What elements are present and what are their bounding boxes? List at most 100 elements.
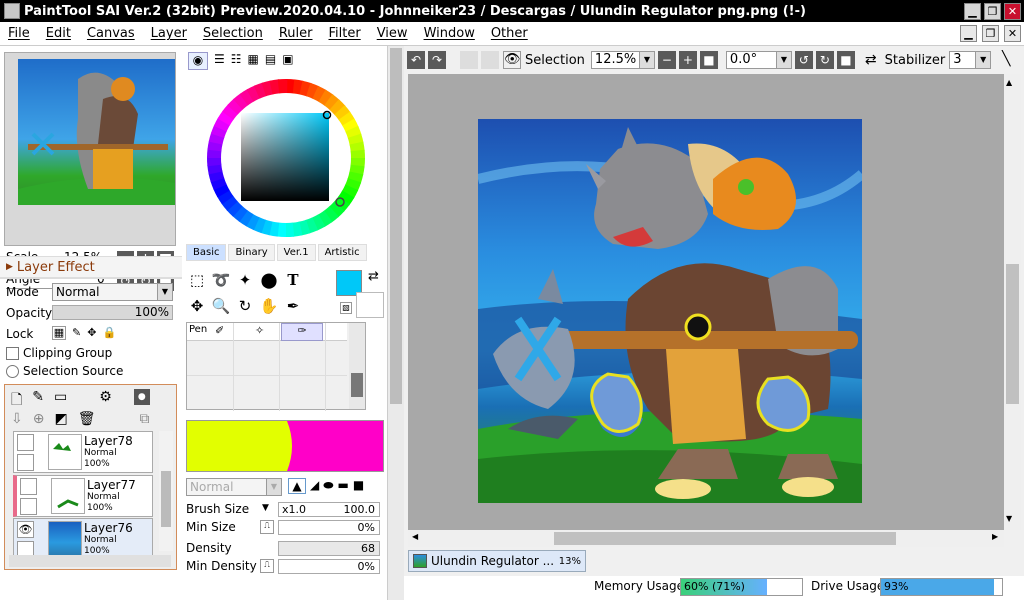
- hue-segment[interactable]: [210, 176, 227, 191]
- menu-other[interactable]: Other: [483, 26, 536, 41]
- hue-segment[interactable]: [299, 80, 312, 97]
- min-size-field[interactable]: 0%: [278, 520, 380, 535]
- hue-segment[interactable]: [311, 214, 326, 231]
- hue-segment[interactable]: [349, 141, 365, 153]
- menu-view[interactable]: View: [369, 26, 416, 41]
- layer-select-checkbox[interactable]: [20, 498, 37, 515]
- transfer-down-icon[interactable]: ⇩: [11, 411, 23, 427]
- hsv-sliders-icon[interactable]: ☷: [231, 52, 242, 70]
- layer-select-checkbox[interactable]: [17, 454, 34, 471]
- hue-segment[interactable]: [345, 125, 362, 140]
- hue-segment[interactable]: [253, 82, 268, 99]
- new-linework-layer-icon[interactable]: ✎: [32, 389, 44, 413]
- hue-segment[interactable]: [207, 163, 223, 175]
- merge-down-icon[interactable]: ⊕: [33, 411, 45, 427]
- secondary-color-swatch[interactable]: [356, 292, 384, 318]
- brush-shape-round-icon[interactable]: ◢: [310, 478, 319, 494]
- density-slider[interactable]: 68: [278, 541, 380, 556]
- eye-icon[interactable]: 👁: [17, 521, 34, 538]
- layers-scroll-thumb[interactable]: [161, 471, 171, 527]
- layer-item[interactable]: Layer77 Normal 100%: [13, 475, 153, 517]
- selection-source-row[interactable]: Selection Source: [6, 364, 123, 378]
- visibility-toggle[interactable]: [17, 434, 34, 451]
- clear-layer-icon[interactable]: ◩: [54, 411, 67, 427]
- hue-segment[interactable]: [208, 170, 225, 183]
- hue-segment[interactable]: [261, 80, 274, 97]
- opacity-slider[interactable]: 100%: [52, 305, 173, 320]
- navigator-preview[interactable]: [4, 52, 176, 246]
- tab-binary[interactable]: Binary: [228, 244, 275, 261]
- eye-icon[interactable]: 👁: [503, 51, 521, 69]
- zoom-in-icon[interactable]: +: [678, 51, 697, 69]
- hue-segment[interactable]: [298, 219, 311, 236]
- hue-segment[interactable]: [350, 157, 365, 168]
- lasso-icon[interactable]: ➰: [210, 269, 232, 291]
- hue-segment[interactable]: [349, 164, 365, 176]
- tab-ver1[interactable]: Ver.1: [276, 244, 316, 261]
- doc-close-button[interactable]: ✕: [1004, 25, 1021, 42]
- move-icon[interactable]: ✥: [186, 295, 208, 317]
- canvas-vscroll-thumb[interactable]: [1006, 264, 1019, 404]
- hue-segment[interactable]: [276, 222, 287, 237]
- blend-mode-select[interactable]: Normal ▼: [186, 478, 282, 496]
- tool-grid-scroll-thumb[interactable]: [351, 373, 363, 397]
- zoom-select[interactable]: 12.5% ▼: [590, 51, 655, 69]
- close-button[interactable]: ✕: [1004, 2, 1021, 20]
- layer-effect-section[interactable]: ▶ Layer Effect: [0, 256, 182, 278]
- hue-segment[interactable]: [291, 221, 303, 237]
- rotate-right-icon[interactable]: ↻: [815, 51, 834, 69]
- hue-segment[interactable]: [304, 217, 319, 234]
- invert-selection-icon[interactable]: [481, 51, 499, 69]
- hue-segment[interactable]: [221, 195, 238, 211]
- hue-segment[interactable]: [222, 104, 239, 120]
- hue-segment[interactable]: [329, 99, 346, 116]
- hue-segment[interactable]: [285, 79, 296, 94]
- hue-segment[interactable]: [207, 148, 222, 159]
- hue-segment[interactable]: [342, 118, 359, 133]
- layer-settings-icon[interactable]: ⚙: [99, 389, 112, 413]
- tab-artistic[interactable]: Artistic: [317, 244, 367, 261]
- menu-window[interactable]: Window: [416, 26, 483, 41]
- menu-edit[interactable]: Edit: [38, 26, 79, 41]
- hue-segment[interactable]: [232, 205, 248, 222]
- hue-segment[interactable]: [324, 94, 340, 111]
- brush-shape-square-icon[interactable]: ■: [353, 478, 364, 494]
- lock-move-icon[interactable]: ✥: [87, 326, 96, 340]
- scroll-left-icon[interactable]: ◀: [412, 532, 418, 541]
- scroll-up-icon[interactable]: ▲: [1006, 78, 1012, 87]
- rgb-sliders-icon[interactable]: ☰: [214, 52, 225, 70]
- doc-minimize-button[interactable]: ▁: [960, 25, 977, 42]
- hue-segment[interactable]: [208, 132, 225, 145]
- hue-segment[interactable]: [246, 85, 261, 102]
- canvas-hscrollbar[interactable]: ◀ ▶: [408, 530, 1004, 547]
- trash-icon[interactable]: 🗑: [78, 411, 96, 427]
- new-layer-icon[interactable]: 🗋: [11, 389, 22, 413]
- redo-icon[interactable]: ↷: [428, 51, 446, 69]
- hue-segment[interactable]: [334, 105, 351, 121]
- hue-segment[interactable]: [341, 184, 359, 199]
- hue-segment[interactable]: [213, 117, 231, 132]
- hue-segment[interactable]: [323, 206, 339, 223]
- hue-segment[interactable]: [347, 133, 364, 146]
- rotate-reset-icon[interactable]: ■: [836, 51, 855, 69]
- zoom-icon[interactable]: 🔍: [210, 295, 232, 317]
- zoom-reset-icon[interactable]: ■: [699, 51, 718, 69]
- hue-segment[interactable]: [347, 171, 364, 184]
- hue-segment[interactable]: [269, 79, 281, 95]
- swap-colors-icon[interactable]: ⇄: [368, 269, 379, 284]
- maximize-button[interactable]: ❐: [984, 2, 1001, 20]
- clipping-group-row[interactable]: Clipping Group: [6, 346, 112, 360]
- layers-hscrollbar[interactable]: [9, 555, 171, 567]
- layer-mask-icon[interactable]: ●: [133, 389, 150, 405]
- hue-segment[interactable]: [216, 189, 234, 205]
- brush-shape-sharp-icon[interactable]: ▲: [288, 478, 306, 494]
- hue-segment[interactable]: [213, 183, 230, 198]
- flip-horizontal-icon[interactable]: ⇄: [865, 52, 877, 68]
- hue-segment[interactable]: [328, 201, 345, 218]
- hue-segment[interactable]: [317, 210, 333, 228]
- min-density-field[interactable]: 0%: [278, 559, 380, 574]
- rotate-icon[interactable]: ↻: [234, 295, 256, 317]
- scratchpad-icon[interactable]: ▣: [282, 52, 293, 70]
- menu-file[interactable]: File: [0, 26, 38, 41]
- straight-line-icon[interactable]: ╲: [997, 51, 1015, 69]
